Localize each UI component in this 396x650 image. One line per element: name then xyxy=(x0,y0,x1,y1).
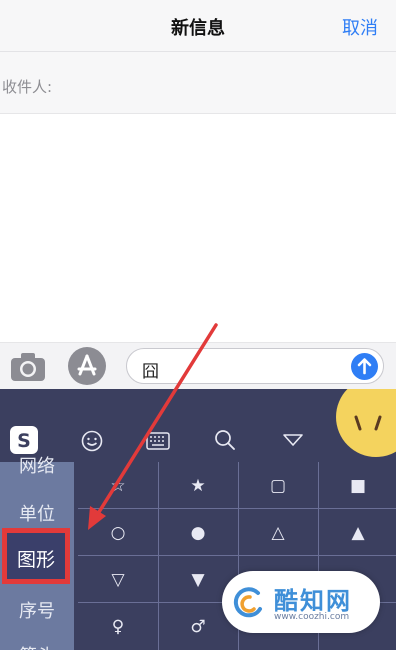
watermark-site: www.coozhi.com xyxy=(274,612,350,622)
message-area xyxy=(0,114,396,342)
symbol-key[interactable]: ♀ xyxy=(78,607,158,647)
cancel-button[interactable]: 取消 xyxy=(342,14,378,40)
recipient-field[interactable]: 收件人: xyxy=(0,52,396,114)
recipient-label: 收件人: xyxy=(2,78,53,96)
moon-mascot-icon xyxy=(336,389,396,457)
symbol-key[interactable]: ☆ xyxy=(78,466,158,506)
category-number[interactable]: 序号 xyxy=(0,597,74,623)
sogou-logo-icon[interactable]: S xyxy=(10,426,38,454)
message-input-value: 囧 xyxy=(142,362,159,382)
watermark-brand: 酷知网 xyxy=(274,587,352,615)
grid-divider xyxy=(78,508,396,509)
category-unit[interactable]: 单位 xyxy=(0,500,74,526)
symbol-category-list: 网络 单位 图形 序号 箭头 xyxy=(0,456,74,650)
search-icon[interactable] xyxy=(214,429,236,451)
symbol-key[interactable]: ■ xyxy=(318,466,396,506)
grid-divider xyxy=(78,555,396,556)
nav-bar: 新信息 取消 xyxy=(0,0,396,52)
collapse-keyboard-icon[interactable] xyxy=(282,433,304,447)
symbol-key[interactable]: ▢ xyxy=(238,466,318,506)
camera-icon[interactable] xyxy=(10,352,46,382)
symbol-key[interactable]: ● xyxy=(158,513,238,553)
symbol-key[interactable]: ○ xyxy=(78,513,158,553)
page-title: 新信息 xyxy=(171,18,225,39)
svg-text:S: S xyxy=(17,430,31,452)
symbol-key[interactable]: ▲ xyxy=(318,513,396,553)
category-arrow[interactable]: 箭头 xyxy=(0,642,74,650)
category-shape-selected[interactable]: 图形 xyxy=(2,528,70,584)
input-bar: 囧 xyxy=(0,342,396,389)
coozhi-logo-icon xyxy=(233,587,262,618)
symbol-key[interactable]: ▽ xyxy=(78,560,158,600)
arrow-up-icon xyxy=(357,358,372,375)
emoji-icon[interactable] xyxy=(81,430,103,452)
keyboard-icon[interactable] xyxy=(146,432,170,450)
category-network[interactable]: 网络 xyxy=(0,452,74,478)
message-input[interactable]: 囧 xyxy=(126,348,384,384)
symbol-key[interactable]: ★ xyxy=(158,466,238,506)
watermark-badge: 酷知网 www.coozhi.com xyxy=(222,571,380,633)
send-button[interactable] xyxy=(351,353,378,380)
symbol-key[interactable]: △ xyxy=(238,513,318,553)
app-store-icon[interactable] xyxy=(68,347,106,385)
category-shape-label: 图形 xyxy=(16,549,55,571)
